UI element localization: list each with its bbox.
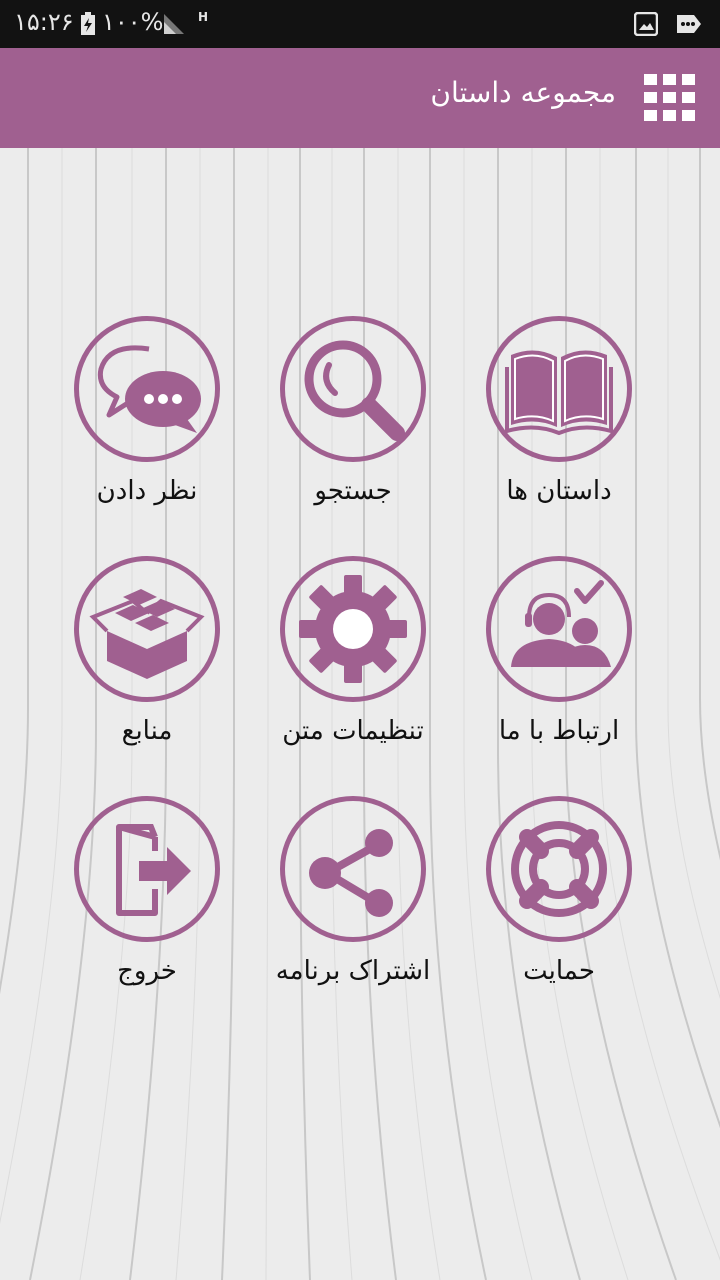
menu-item-label: حمایت	[523, 956, 595, 986]
menu-area: داستان ها جستجو نظر دادن ارتباط با ما تن…	[0, 148, 720, 1280]
search-icon	[304, 340, 405, 441]
image-icon	[634, 12, 658, 36]
battery-charging-icon	[81, 12, 95, 35]
book-icon	[505, 350, 613, 436]
menu-item-support[interactable]: حمایت	[452, 796, 672, 1016]
menu-item-label: تنظیمات متن	[282, 716, 424, 746]
grid-icon[interactable]	[644, 74, 696, 122]
menu-item-label: نظر دادن	[96, 476, 198, 506]
icon-circle	[486, 316, 632, 462]
menu-item-share-app[interactable]: اشتراک برنامه	[246, 796, 466, 1016]
menu-item-text-settings[interactable]: تنظیمات متن	[246, 556, 466, 776]
menu-item-feedback[interactable]: نظر دادن	[40, 316, 260, 536]
menu-item-label: ارتباط با ما	[498, 716, 620, 746]
icon-circle	[486, 796, 632, 942]
menu-item-search[interactable]: جستجو	[246, 316, 466, 536]
icon-circle	[74, 316, 220, 462]
status-bar: ۱۵:۲۶ ۱۰۰% H	[0, 0, 720, 48]
menu-item-label: منابع	[121, 716, 173, 746]
menu-item-exit[interactable]: خروج	[40, 796, 260, 1016]
icon-circle	[280, 556, 426, 702]
menu-item-label: خروج	[117, 956, 177, 986]
icon-circle	[74, 796, 220, 942]
menu-item-label: جستجو	[314, 476, 392, 506]
icon-circle	[280, 316, 426, 462]
battery-level: ۱۰۰%	[102, 8, 164, 36]
icon-circle	[280, 796, 426, 942]
icon-circle	[74, 556, 220, 702]
app-bar: مجموعه داستان	[0, 48, 720, 148]
box-icon	[89, 589, 205, 679]
menu-item-contact-us[interactable]: ارتباط با ما	[452, 556, 672, 776]
menu-item-label: داستان ها	[506, 476, 612, 506]
support-agent-icon	[511, 580, 611, 667]
gear-icon	[299, 575, 407, 683]
chat-bubbles-icon	[97, 345, 201, 433]
exit-icon	[116, 824, 191, 916]
signal-icon	[164, 14, 184, 34]
menu-item-label: اشتراک برنامه	[275, 956, 431, 986]
menu-item-sources[interactable]: منابع	[40, 556, 260, 776]
icon-circle	[486, 556, 632, 702]
network-type: H	[198, 10, 209, 24]
menu-item-stories[interactable]: داستان ها	[452, 316, 672, 536]
page-title: مجموعه داستان	[430, 76, 616, 109]
lifebuoy-icon	[511, 821, 607, 917]
share-icon	[309, 829, 393, 917]
more-icon	[677, 15, 701, 33]
status-time: ۱۵:۲۶	[14, 8, 74, 36]
